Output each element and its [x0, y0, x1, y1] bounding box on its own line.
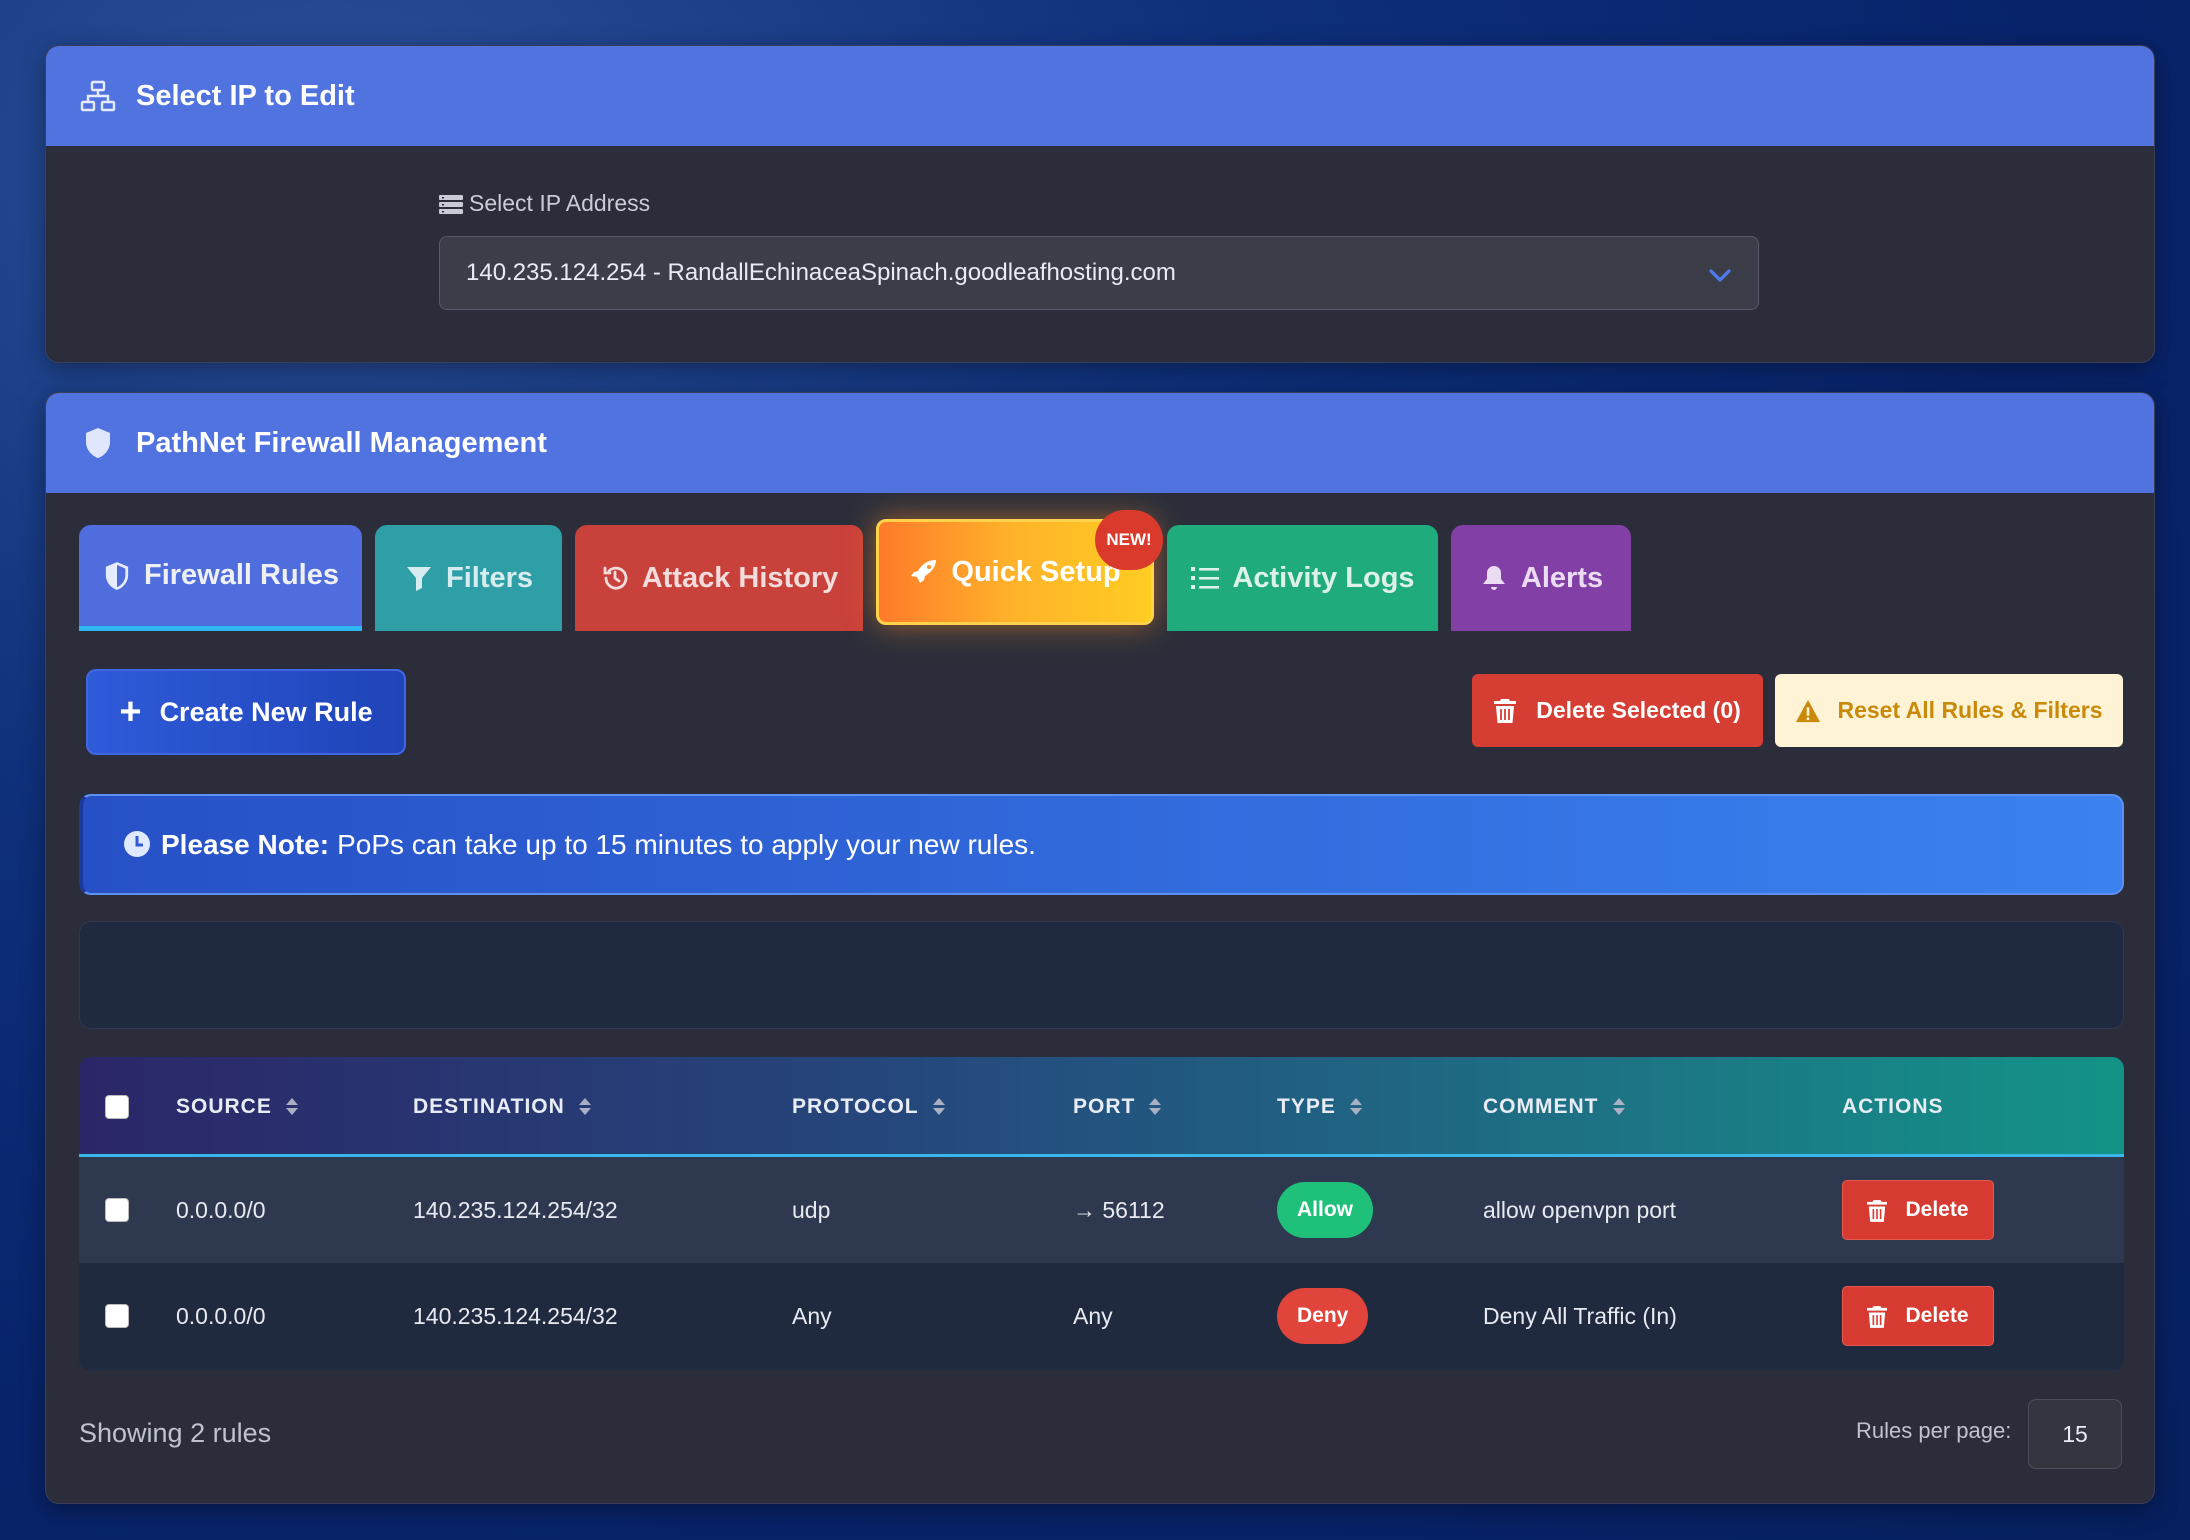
tab-label: Activity Logs	[1232, 561, 1415, 594]
table-row: 0.0.0.0/0 140.235.124.254/32 Any Any Den…	[79, 1263, 2124, 1369]
sort-icon	[578, 1098, 591, 1116]
header-actions: ACTIONS	[1842, 1057, 1944, 1157]
header-label: DESTINATION	[413, 1095, 565, 1118]
plus-icon: +	[119, 691, 142, 733]
tab-label: Attack History	[641, 561, 839, 594]
chevron-down-icon	[1706, 261, 1734, 289]
select-ip-label: Select IP Address	[439, 190, 650, 217]
trash-icon	[1867, 1305, 1889, 1328]
cell-port: → 56112	[1073, 1196, 1165, 1223]
header-label: SOURCE	[176, 1095, 272, 1118]
cell-protocol: udp	[792, 1196, 831, 1223]
table-row: 0.0.0.0/0 140.235.124.254/32 udp → 56112…	[79, 1157, 2124, 1263]
reset-label: Reset All Rules & Filters	[1837, 697, 2103, 723]
rules-per-page-input[interactable]: 15	[2028, 1399, 2122, 1469]
delete-selected-label: Delete Selected (0)	[1536, 697, 1741, 723]
tab-label: Alerts	[1520, 561, 1604, 594]
showing-count: Showing 2 rules	[79, 1418, 272, 1448]
row-checkbox[interactable]	[105, 1263, 129, 1369]
header-protocol[interactable]: PROTOCOL	[792, 1057, 945, 1157]
new-badge: NEW!	[1095, 510, 1163, 570]
allow-badge: Allow	[1277, 1182, 1373, 1238]
header-comment[interactable]: COMMENT	[1483, 1057, 1625, 1157]
cell-comment: allow openvpn port	[1483, 1196, 1677, 1223]
list-icon	[1190, 563, 1220, 593]
warning-icon	[1795, 698, 1821, 724]
header-source[interactable]: SOURCE	[176, 1057, 298, 1157]
empty-panel	[79, 921, 2124, 1029]
header-destination[interactable]: DESTINATION	[413, 1057, 591, 1157]
tab-activity-logs[interactable]: Activity Logs	[1167, 525, 1438, 631]
cell-actions: Delete	[1842, 1263, 1994, 1369]
row-checkbox[interactable]	[105, 1157, 129, 1263]
delete-label: Delete	[1905, 1304, 1969, 1327]
firewall-title: PathNet Firewall Management	[136, 426, 547, 459]
deny-badge: Deny	[1277, 1288, 1369, 1344]
cell-type: Deny	[1277, 1263, 1369, 1369]
note-bold: Please Note:	[161, 828, 330, 860]
create-button-label: Create New Rule	[159, 696, 373, 727]
cell-protocol: Any	[792, 1302, 832, 1329]
select-all-checkbox[interactable]	[105, 1057, 129, 1157]
tab-firewall-rules[interactable]: Firewall Rules	[79, 525, 362, 631]
trash-icon	[1494, 698, 1520, 724]
header-type[interactable]: TYPE	[1277, 1057, 1362, 1157]
rules-per-page-label: Rules per page:	[1856, 1418, 2012, 1443]
shield-icon	[102, 561, 132, 591]
shield-icon	[78, 423, 118, 463]
note-text: PoPs can take up to 15 minutes to apply …	[337, 828, 1036, 860]
sort-icon	[1349, 1098, 1362, 1116]
history-icon	[600, 563, 630, 593]
rocket-icon	[909, 557, 939, 587]
delete-rule-button[interactable]: Delete	[1842, 1286, 1994, 1346]
ip-address-select[interactable]: 140.235.124.254 - RandallEchinaceaSpinac…	[439, 236, 1759, 310]
cell-destination: 140.235.124.254/32	[413, 1302, 618, 1329]
tab-filters[interactable]: Filters	[375, 525, 562, 631]
rules-table: SOURCE DESTINATION PROTOCOL PORT TYPE CO…	[79, 1057, 2124, 1371]
select-ip-label-text: Select IP Address	[469, 190, 651, 216]
sort-icon	[285, 1098, 298, 1116]
filter-icon	[404, 563, 434, 593]
header-label: PORT	[1073, 1095, 1136, 1118]
tab-label: Filters	[445, 561, 534, 594]
tab-label: Firewall Rules	[143, 559, 339, 591]
delete-label: Delete	[1905, 1198, 1969, 1221]
table-header: SOURCE DESTINATION PROTOCOL PORT TYPE CO…	[79, 1057, 2124, 1157]
cell-source: 0.0.0.0/0	[176, 1302, 266, 1329]
select-ip-title: Select IP to Edit	[136, 79, 355, 112]
firewall-header: PathNet Firewall Management	[46, 393, 2154, 493]
delete-selected-button[interactable]: Delete Selected (0)	[1472, 674, 1763, 747]
header-label: PROTOCOL	[792, 1095, 919, 1118]
sort-icon	[1612, 1098, 1625, 1116]
cell-comment: Deny All Traffic (In)	[1483, 1302, 1677, 1329]
selected-ip-value: 140.235.124.254 - RandallEchinaceaSpinac…	[466, 259, 1176, 286]
server-icon	[439, 194, 463, 214]
cell-destination: 140.235.124.254/32	[413, 1196, 618, 1223]
header-label: TYPE	[1277, 1095, 1336, 1118]
cell-type: Allow	[1277, 1157, 1373, 1263]
select-ip-header: Select IP to Edit	[46, 46, 2154, 146]
note-banner: Please Note: PoPs can take up to 15 minu…	[79, 794, 2124, 895]
sort-icon	[932, 1098, 945, 1116]
cell-actions: Delete	[1842, 1157, 1994, 1263]
network-icon	[78, 76, 118, 116]
reset-all-rules-button[interactable]: Reset All Rules & Filters	[1775, 674, 2123, 747]
select-ip-card: Select IP to Edit Select IP Address 140.…	[45, 45, 2155, 363]
header-label: ACTIONS	[1842, 1095, 1944, 1118]
create-new-rule-button[interactable]: + Create New Rule	[86, 669, 406, 755]
header-port[interactable]: PORT	[1073, 1057, 1162, 1157]
tab-quick-setup[interactable]: Quick Setup NEW!	[876, 510, 1163, 625]
cell-source: 0.0.0.0/0	[176, 1196, 266, 1223]
clock-icon	[123, 830, 153, 860]
cell-port: Any	[1073, 1302, 1113, 1329]
tab-attack-history[interactable]: Attack History	[575, 525, 863, 631]
header-label: COMMENT	[1483, 1095, 1599, 1118]
bell-icon	[1479, 563, 1509, 593]
tab-label: Quick Setup	[951, 555, 1121, 588]
firewall-management-card: PathNet Firewall Management Firewall Rul…	[45, 392, 2155, 1504]
sort-icon	[1149, 1098, 1162, 1116]
delete-rule-button[interactable]: Delete	[1842, 1180, 1994, 1240]
trash-icon	[1867, 1199, 1889, 1222]
tab-alerts[interactable]: Alerts	[1451, 525, 1631, 631]
